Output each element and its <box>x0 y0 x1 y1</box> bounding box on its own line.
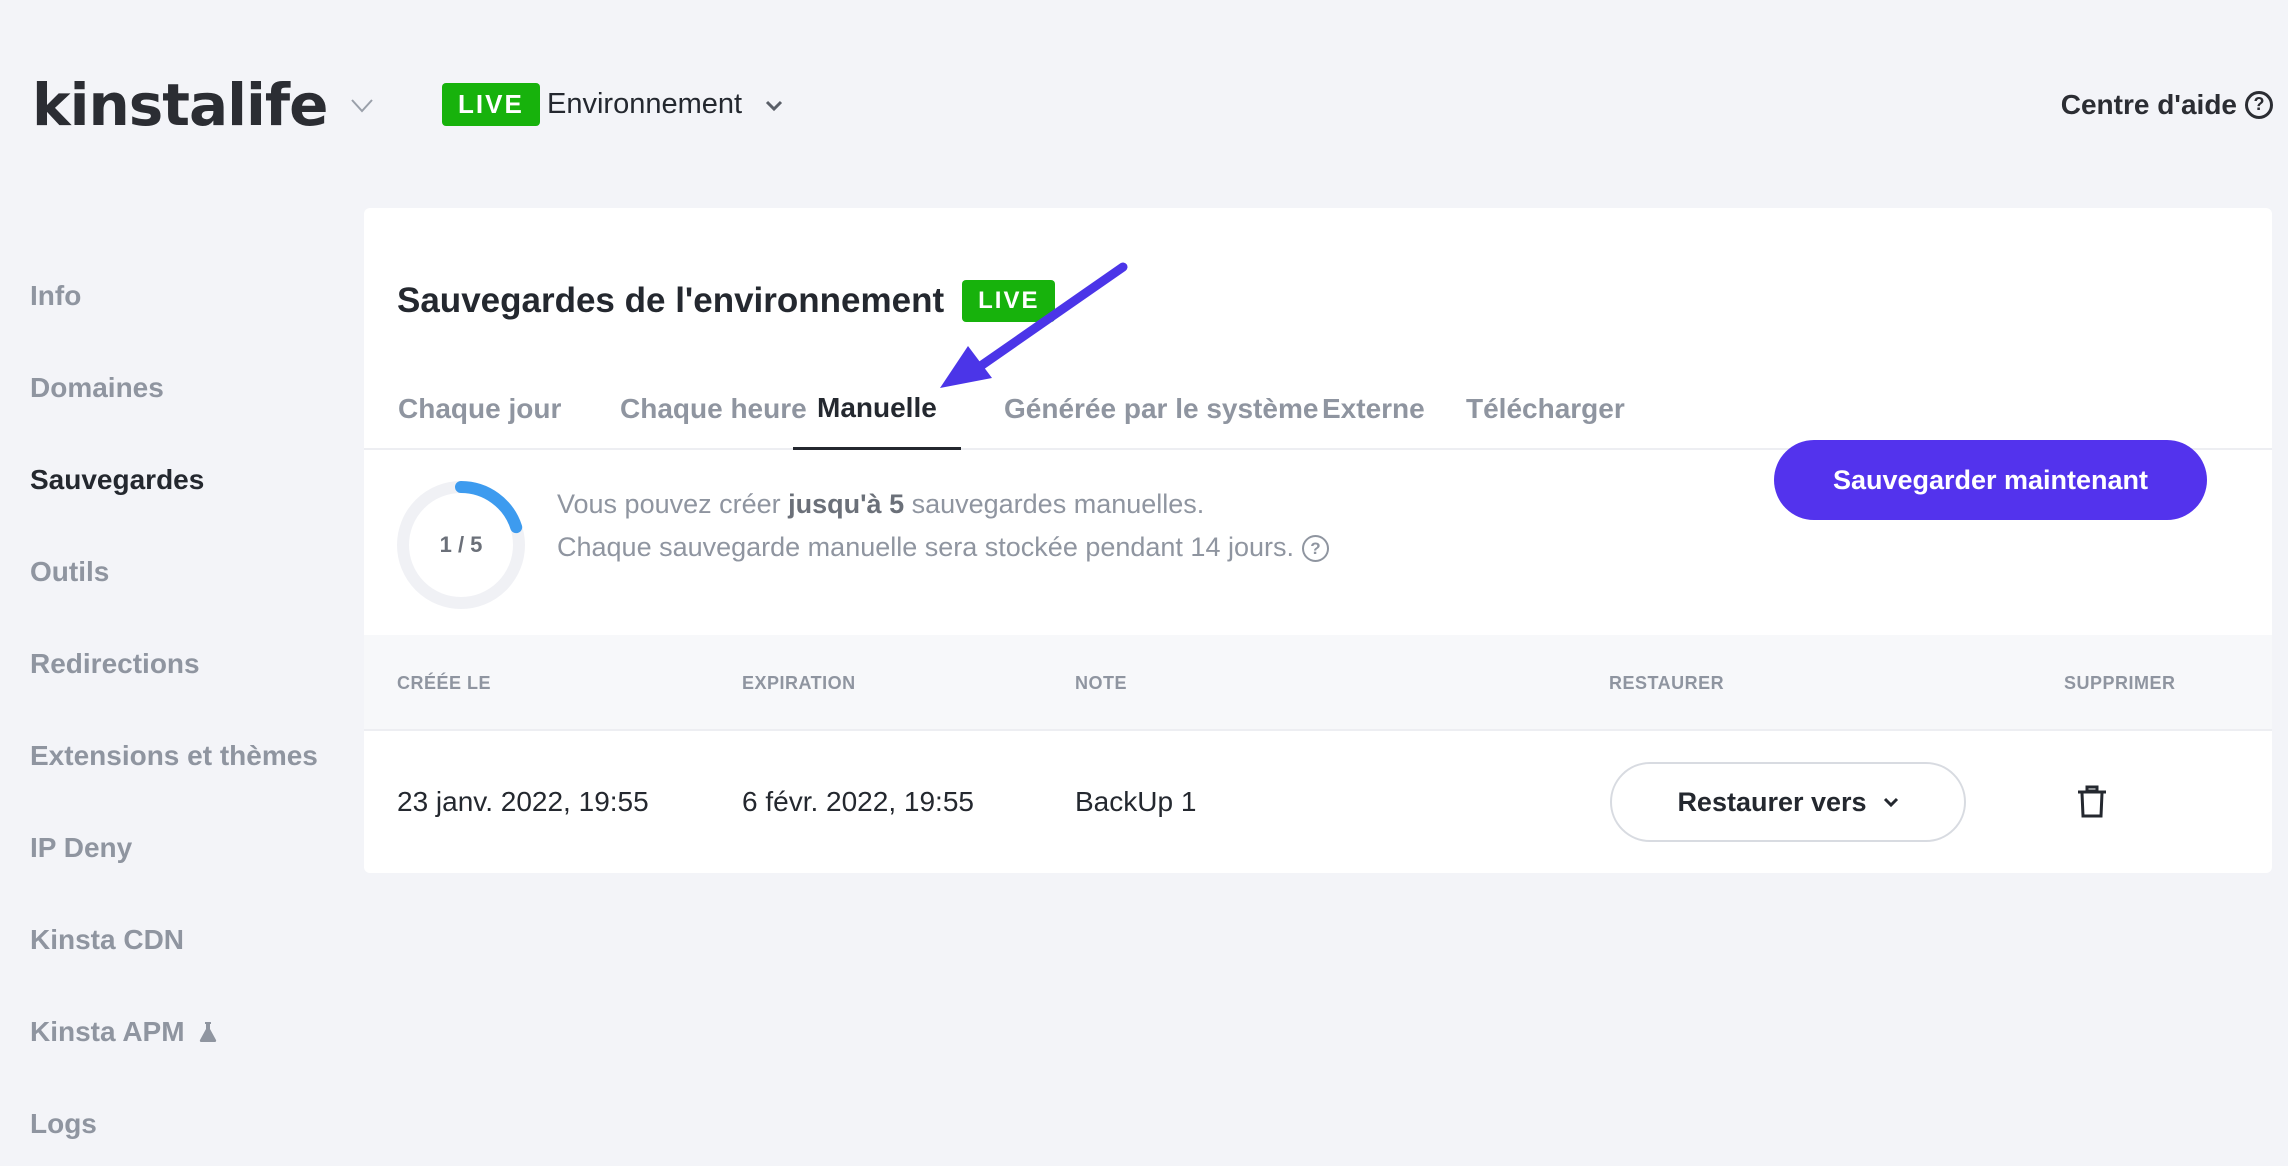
sidebar-item-redirections[interactable]: Redirections <box>30 618 360 710</box>
sidebar-nav: Info Domaines Sauvegardes Outils Redirec… <box>30 250 360 1166</box>
brand-logo[interactable]: kinstalife <box>32 60 328 150</box>
column-header-delete: SUPPRIMER <box>2064 672 2176 693</box>
environment-chevron-down-icon[interactable] <box>762 94 786 118</box>
tab-chaque-jour[interactable]: Chaque jour <box>374 368 585 450</box>
sidebar-item-label: Outils <box>30 556 110 587</box>
column-header-restore: RESTAURER <box>1609 672 1725 693</box>
help-center-link[interactable]: Centre d'aide ? <box>2061 83 2273 126</box>
card-header: Sauvegardes de l'environnement LIVE <box>397 276 1056 326</box>
title-live-badge: LIVE <box>962 280 1056 322</box>
sidebar-item-label: Domaines <box>30 372 164 403</box>
sidebar-item-label: IP Deny <box>30 832 133 863</box>
flask-icon <box>199 1022 216 1042</box>
question-circle-icon: ? <box>2245 90 2273 119</box>
sidebar-item-ip-deny[interactable]: IP Deny <box>30 802 360 894</box>
restore-to-dropdown-button[interactable]: Restaurer vers <box>1610 762 1966 842</box>
sidebar-item-label: Sauvegardes <box>30 464 205 495</box>
backup-usage-counter: 1 / 5 <box>439 532 483 557</box>
help-center-label: Centre d'aide <box>2060 88 2237 120</box>
sidebar-item-kinsta-apm[interactable]: Kinsta APM <box>30 986 360 1078</box>
summary-line-1-bold: jusqu'à 5 <box>788 489 905 519</box>
sidebar-item-label: Redirections <box>30 648 200 679</box>
backup-now-button[interactable]: Sauvegarder maintenant <box>1774 440 2207 520</box>
live-badge: LIVE <box>442 83 540 126</box>
summary-line-1-prefix: Vous pouvez créer <box>557 489 789 519</box>
site-switcher-chevron-icon[interactable] <box>348 92 376 120</box>
sidebar-item-label: Kinsta CDN <box>30 924 185 955</box>
sidebar-item-label: Logs <box>30 1108 97 1139</box>
environment-selector-label[interactable]: Environnement <box>547 83 742 126</box>
summary-line-2: Chaque sauvegarde manuelle sera stockée … <box>557 526 1329 569</box>
column-header-created: CRÉÉE LE <box>397 672 492 693</box>
tab-telecharger[interactable]: Télécharger <box>1442 368 1649 450</box>
trash-icon[interactable] <box>2075 785 2109 819</box>
tab-externe[interactable]: Externe <box>1298 368 1449 450</box>
sidebar-item-kinsta-cdn[interactable]: Kinsta CDN <box>30 894 360 986</box>
sidebar-item-info[interactable]: Info <box>30 250 360 342</box>
column-header-expiration: EXPIRATION <box>742 672 856 693</box>
cell-created: 23 janv. 2022, 19:55 <box>397 786 649 817</box>
backup-tabs: Chaque jour Chaque heure Manuelle Généré… <box>364 368 2272 450</box>
sidebar-item-label: Extensions et thèmes <box>30 740 318 771</box>
info-question-icon[interactable]: ? <box>1302 535 1329 563</box>
table-header: CRÉÉE LE EXPIRATION NOTE RESTAURER SUPPR… <box>364 635 2272 731</box>
summary-text: Vous pouvez créer jusqu'à 5 sauvegardes … <box>557 483 1329 569</box>
page-title: Sauvegardes de l'environnement <box>397 281 945 320</box>
tab-generee-par-le-systeme[interactable]: Générée par le système <box>980 368 1342 450</box>
column-header-note: NOTE <box>1075 672 1128 693</box>
sidebar-item-logs[interactable]: Logs <box>30 1078 360 1166</box>
sidebar-item-label: Kinsta APM <box>30 1016 185 1047</box>
cell-expiration: 6 févr. 2022, 19:55 <box>742 786 974 817</box>
backups-card: Sauvegardes de l'environnement LIVE Chaq… <box>364 208 2272 873</box>
sidebar-item-domaines[interactable]: Domaines <box>30 342 360 434</box>
restore-to-label: Restaurer vers <box>1677 786 1867 817</box>
sidebar-item-label: Info <box>30 280 82 311</box>
sidebar-item-outils[interactable]: Outils <box>30 526 360 618</box>
summary-line-1: Vous pouvez créer jusqu'à 5 sauvegardes … <box>557 483 1329 526</box>
sidebar-item-sauvegardes[interactable]: Sauvegardes <box>30 434 360 526</box>
summary-line-1-suffix: sauvegardes manuelles. <box>904 489 1205 519</box>
summary-line-2-text: Chaque sauvegarde manuelle sera stockée … <box>557 532 1294 562</box>
chevron-down-icon <box>1883 797 1898 807</box>
tab-manuelle[interactable]: Manuelle <box>793 368 961 450</box>
table-row: 23 janv. 2022, 19:55 6 févr. 2022, 19:55… <box>364 731 2272 873</box>
sidebar-item-extensions[interactable]: Extensions et thèmes <box>30 710 360 802</box>
cell-note: BackUp 1 <box>1075 786 1197 817</box>
